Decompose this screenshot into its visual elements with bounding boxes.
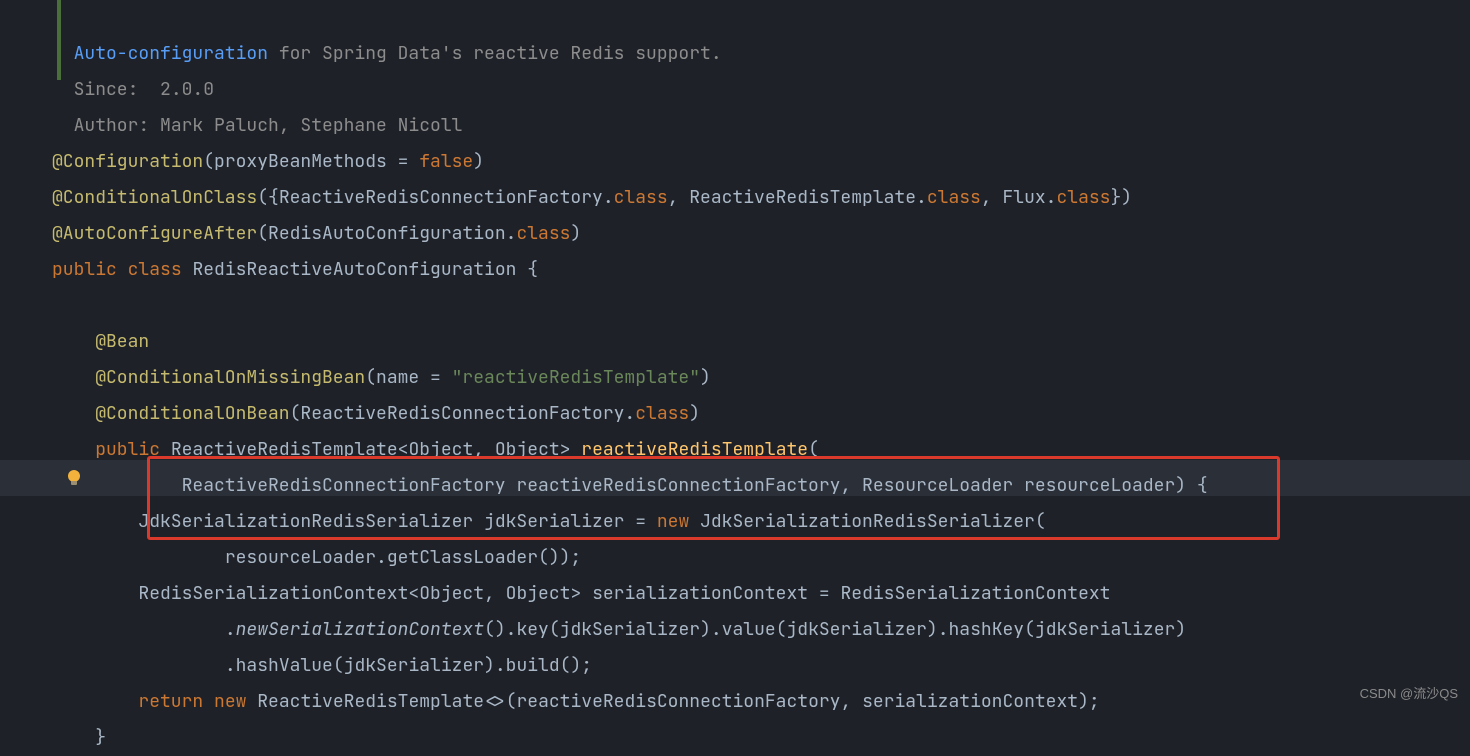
code-line-class-decl: public class RedisReactiveAutoConfigurat… <box>52 258 538 281</box>
watermark: CSDN @流沙QS <box>1360 687 1458 700</box>
code-line-serialization-context: RedisSerializationContext<Object, Object… <box>52 582 1110 605</box>
javadoc-line: Auto-configuration for Spring Data's rea… <box>52 42 722 65</box>
javadoc-link[interactable]: Auto-configuration <box>74 42 268 65</box>
code-editor[interactable]: Auto-configuration for Spring Data's rea… <box>52 0 1470 756</box>
code-line-annotation-conditionalonclass: @ConditionalOnClass({ReactiveRedisConnec… <box>52 186 1132 209</box>
code-line-annotation-configuration: @Configuration(proxyBeanMethods = false) <box>52 150 484 173</box>
code-line-method-decl: public ReactiveRedisTemplate<Object, Obj… <box>52 438 819 461</box>
code-line-method-params: ReactiveRedisConnectionFactory reactiveR… <box>52 474 1208 497</box>
code-line-jdk-serializer-arg: resourceLoader.getClassLoader()); <box>52 546 581 569</box>
code-line-annotation-autoconfigureafter: @AutoConfigureAfter(RedisAutoConfigurati… <box>52 222 581 245</box>
code-line-blank <box>52 294 63 317</box>
javadoc-author: Author: Mark Paluch, Stephane Nicoll <box>52 114 462 137</box>
code-line-return: return new ReactiveRedisTemplate<>(react… <box>52 690 1100 713</box>
code-line-close-brace: } <box>52 726 106 749</box>
code-line-builder-2: .hashValue(jdkSerializer).build(); <box>52 654 592 677</box>
code-line-bean: @Bean <box>52 330 149 353</box>
code-line-conditional-missing: @ConditionalOnMissingBean(name = "reacti… <box>52 366 711 389</box>
javadoc-since: Since: 2.0.0 <box>52 78 214 101</box>
code-line-builder-1: .newSerializationContext().key(jdkSerial… <box>52 618 1186 641</box>
code-line-jdk-serializer-decl: JdkSerializationRedisSerializer jdkSeria… <box>52 510 1046 533</box>
code-line-conditional-onbean: @ConditionalOnBean(ReactiveRedisConnecti… <box>52 402 700 425</box>
